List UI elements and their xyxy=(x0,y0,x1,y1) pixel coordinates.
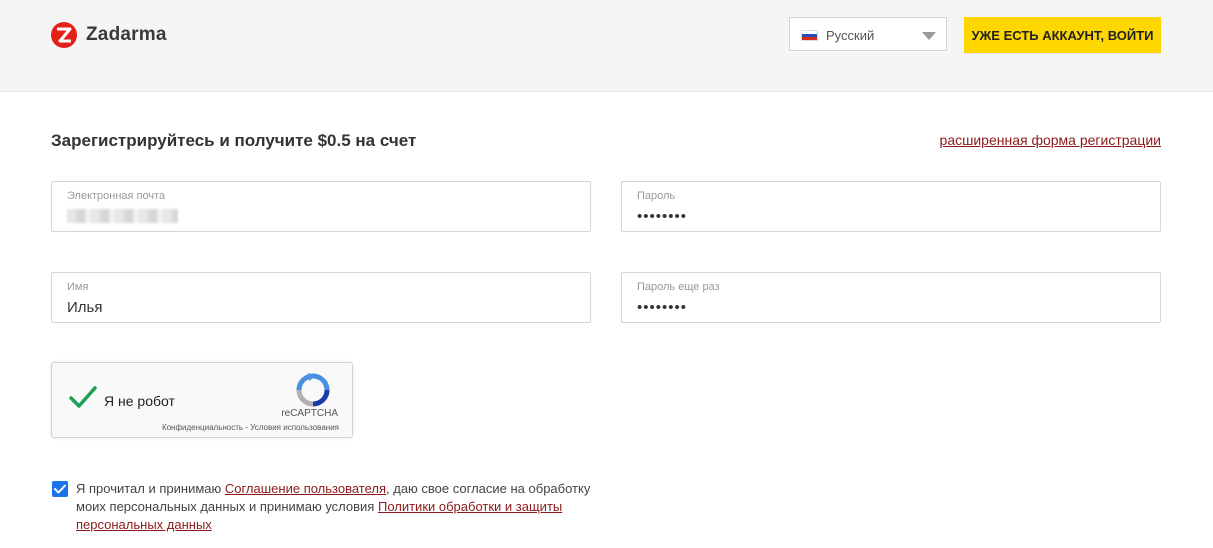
captcha-label: Я не робот xyxy=(104,393,175,409)
language-select[interactable]: Русский xyxy=(789,17,947,51)
russia-flag-icon xyxy=(801,30,818,41)
password-field[interactable]: Пароль •••••••• xyxy=(621,181,1161,232)
recaptcha-widget: Я не робот reCAPTCHA Конфиденциальность … xyxy=(51,362,353,438)
brand-name: Zadarma xyxy=(86,24,167,45)
recaptcha-logo-icon xyxy=(296,373,330,407)
chevron-down-icon xyxy=(922,32,936,40)
checkmark-icon xyxy=(54,484,66,494)
agreement-text: Я прочитал и принимаю Соглашение пользов… xyxy=(76,480,596,534)
header: Zadarma Русский УЖЕ ЕСТЬ АККАУНТ, ВОЙТИ xyxy=(0,0,1213,92)
checkmark-icon[interactable] xyxy=(68,385,98,411)
recaptcha-privacy-link[interactable]: Конфиденциальность xyxy=(162,423,243,432)
email-field[interactable]: Электронная почта xyxy=(51,181,591,232)
zadarma-logo-icon xyxy=(51,22,77,48)
agreement-text-part-1: Я прочитал и принимаю xyxy=(76,481,225,496)
email-label: Электронная почта xyxy=(67,190,166,202)
password-repeat-field[interactable]: Пароль еще раз •••••••• xyxy=(621,272,1161,323)
email-redacted xyxy=(67,209,178,223)
user-agreement-link[interactable]: Соглашение пользователя xyxy=(225,481,386,496)
recaptcha-links: Конфиденциальность - Условия использован… xyxy=(162,423,339,432)
name-value: Илья xyxy=(67,299,103,316)
login-button[interactable]: УЖЕ ЕСТЬ АККАУНТ, ВОЙТИ xyxy=(964,17,1161,53)
agreement-checkbox[interactable] xyxy=(52,481,68,497)
name-label: Имя xyxy=(67,281,89,293)
recaptcha-terms-link[interactable]: Условия использования xyxy=(250,423,339,432)
recaptcha-brand: reCAPTCHA xyxy=(281,408,338,419)
language-label: Русский xyxy=(826,28,875,43)
password-value: •••••••• xyxy=(637,208,688,225)
page-title: Зарегистрируйтесь и получите $0.5 на сче… xyxy=(51,131,417,150)
name-field[interactable]: Имя Илья xyxy=(51,272,591,323)
password-repeat-label: Пароль еще раз xyxy=(637,281,720,293)
password-repeat-value: •••••••• xyxy=(637,299,688,316)
advanced-registration-link[interactable]: расширенная форма регистрации xyxy=(940,132,1161,148)
logo[interactable]: Zadarma xyxy=(50,21,167,49)
password-label: Пароль xyxy=(637,190,676,202)
